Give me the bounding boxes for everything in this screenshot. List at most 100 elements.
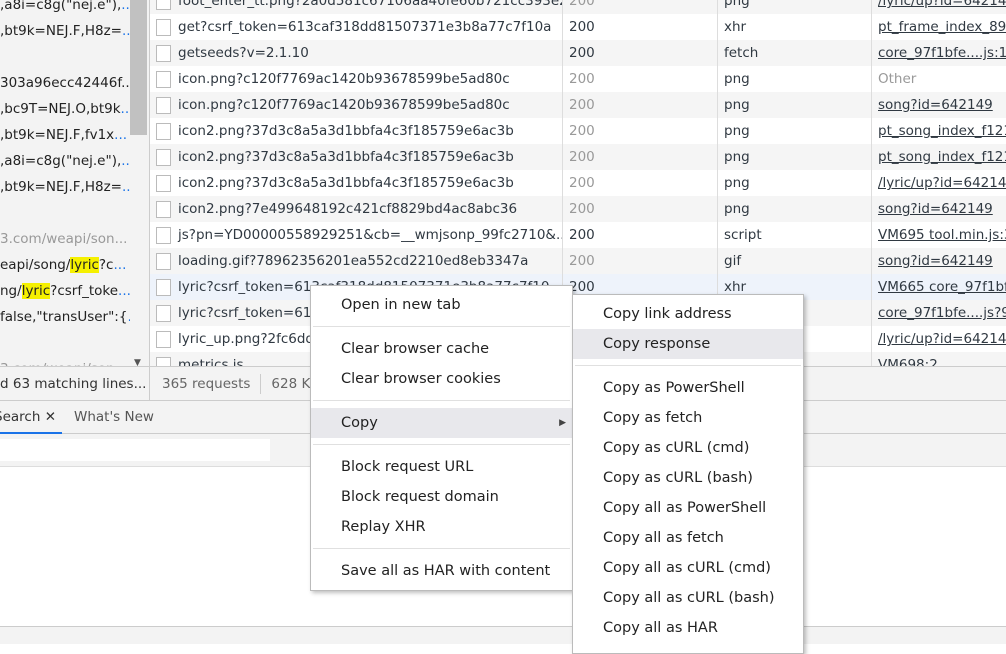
ellipsis-more[interactable]: ... <box>122 179 130 195</box>
file-icon <box>156 278 171 296</box>
menu-item-label: Copy link address <box>603 306 732 322</box>
menu-item-clear-browser-cookies[interactable]: Clear browser cookies <box>311 364 572 394</box>
initiator-link[interactable]: VM665 core_97f1bf <box>872 274 1006 300</box>
type-cell: xhr <box>718 14 872 40</box>
search-result-line[interactable]: ng/lyric?csrf_toke... <box>0 278 130 304</box>
initiator-link[interactable]: /lyric/up?id=642149 <box>872 170 1006 196</box>
status-cell: 200 <box>563 170 718 196</box>
menu-item-copy-all-as-curl-cmd[interactable]: Copy all as cURL (cmd) <box>573 553 803 583</box>
table-row[interactable]: icon.png?c120f7769ac1420b93678599be5ad80… <box>150 92 1006 118</box>
initiator-link[interactable]: pt_frame_index_89a <box>872 14 1006 40</box>
initiator-link[interactable]: VM695 tool.min.js:3 <box>872 222 1006 248</box>
menu-item-label: Replay XHR <box>341 519 426 535</box>
name-cell: icon.png?c120f7769ac1420b93678599be5ad80… <box>150 66 563 92</box>
search-result-line[interactable]: 303a96ecc42446f... <box>0 70 130 96</box>
file-icon <box>156 148 171 166</box>
name-cell: foot_enter_tt.png?2a0d581c67106aa40fe60b… <box>150 0 563 14</box>
menu-item-copy-all-as-har[interactable]: Copy all as HAR <box>573 613 803 643</box>
search-result-line[interactable]: ,bc9T=NEJ.O,bt9k... <box>0 96 130 122</box>
initiator-link[interactable]: pt_song_index_f121 <box>872 144 1006 170</box>
search-result-line[interactable]: ,bt9k=NEJ.F,H8z=... <box>0 18 130 44</box>
menu-item-copy[interactable]: Copy ▶ <box>311 408 572 438</box>
file-icon <box>156 174 171 192</box>
menu-item-copy-link-address[interactable]: Copy link address <box>573 299 803 329</box>
match-suffix: ?c <box>98 257 114 273</box>
menu-item-label: Copy as cURL (bash) <box>603 470 753 486</box>
menu-item-block-request-url[interactable]: Block request URL <box>311 452 572 482</box>
table-row[interactable]: getseeds?v=2.1.10 200 fetch core_97f1bfe...… <box>150 40 1006 66</box>
menu-item-copy-as-curl-cmd[interactable]: Copy as cURL (cmd) <box>573 433 803 463</box>
search-result-line[interactable]: eapi/song/lyric?c... <box>0 252 130 278</box>
type-cell: png <box>718 92 872 118</box>
tab-search[interactable]: Search ✕ <box>0 401 62 434</box>
search-result-line[interactable]: false,"transUser":{... <box>0 304 130 330</box>
ellipsis-more[interactable]: ... <box>127 309 130 325</box>
search-result-line[interactable]: ,a8i=c8g("nej.e"),... <box>0 148 130 174</box>
menu-item-copy-response[interactable]: Copy response <box>573 329 803 359</box>
type-cell: png <box>718 0 872 14</box>
search-result-line[interactable] <box>0 44 130 70</box>
table-row[interactable]: icon2.png?37d3c8a5a3d1bbfa4c3f185759e6ac… <box>150 144 1006 170</box>
menu-item-clear-browser-cache[interactable]: Clear browser cache <box>311 334 572 364</box>
menu-item-copy-all-as-fetch[interactable]: Copy all as fetch <box>573 523 803 553</box>
match-prefix: eapi/song/ <box>0 257 71 273</box>
ellipsis-more[interactable]: ... <box>121 0 130 13</box>
menu-item-block-request-domain[interactable]: Block request domain <box>311 482 572 512</box>
search-result-line[interactable]: ,bt9k=NEJ.F,fv1x... <box>0 122 130 148</box>
table-row[interactable]: icon2.png?7e499648192c421cf8829bd4ac8abc… <box>150 196 1006 222</box>
menu-item-open-in-new-tab[interactable]: Open in new tab <box>311 290 572 320</box>
ellipsis-more[interactable]: ... <box>114 127 127 143</box>
initiator-link[interactable]: core_97f1bfe....js?97 <box>872 300 1006 326</box>
menu-item-label: Copy all as cURL (cmd) <box>603 560 771 576</box>
name-cell: icon2.png?37d3c8a5a3d1bbfa4c3f185759e6ac… <box>150 144 563 170</box>
search-result-line[interactable]: ,a8i=c8g("nej.e"),... <box>0 0 130 18</box>
search-result-line[interactable]: ,bt9k=NEJ.F,H8z=... <box>0 174 130 200</box>
menu-item-label: Copy as fetch <box>603 410 703 426</box>
initiator-link[interactable]: song?id=642149 <box>872 196 1006 222</box>
table-row[interactable]: js?pn=YD00000558929251&cb=__wmjsonp_99fc… <box>150 222 1006 248</box>
search-input[interactable] <box>0 439 270 461</box>
menu-separator <box>313 326 570 327</box>
table-row[interactable]: icon.png?c120f7769ac1420b93678599be5ad80… <box>150 66 1006 92</box>
search-result-line[interactable] <box>0 200 130 226</box>
line-text: ,bt9k=NEJ.F,H8z= <box>0 179 122 195</box>
ellipsis-more[interactable]: ... <box>122 23 130 39</box>
menu-item-label: Copy all as PowerShell <box>603 500 767 516</box>
name-cell: icon2.png?7e499648192c421cf8829bd4ac8abc… <box>150 196 563 222</box>
type-cell: fetch <box>718 40 872 66</box>
menu-separator <box>313 548 570 549</box>
search-result-line[interactable] <box>0 330 130 356</box>
close-icon[interactable]: ✕ <box>45 409 56 425</box>
ellipsis-more[interactable]: ... <box>113 257 126 273</box>
name-cell: icon2.png?37d3c8a5a3d1bbfa4c3f185759e6ac… <box>150 118 563 144</box>
table-row[interactable]: icon2.png?37d3c8a5a3d1bbfa4c3f185759e6ac… <box>150 170 1006 196</box>
initiator-link[interactable]: /lyric/up?id=642149 <box>872 326 1006 352</box>
tab-whats-new[interactable]: What's New <box>74 401 154 434</box>
table-row[interactable]: loading.gif?78962356201ea552cd2210ed8eb3… <box>150 248 1006 274</box>
table-row[interactable]: icon2.png?37d3c8a5a3d1bbfa4c3f185759e6ac… <box>150 118 1006 144</box>
menu-item-copy-as-curl-bash[interactable]: Copy as cURL (bash) <box>573 463 803 493</box>
table-row[interactable]: foot_enter_tt.png?2a0d581c67106aa40fe60b… <box>150 0 1006 14</box>
name-cell: js?pn=YD00000558929251&cb=__wmjsonp_99fc… <box>150 222 563 248</box>
ellipsis-more[interactable]: ... <box>121 101 130 117</box>
menu-item-copy-as-fetch[interactable]: Copy as fetch <box>573 403 803 433</box>
menu-item-copy-all-as-powershell[interactable]: Copy all as PowerShell <box>573 493 803 523</box>
menu-item-save-all-as-har-with-content[interactable]: Save all as HAR with content <box>311 556 572 586</box>
table-row[interactable]: get?csrf_token=613caf318dd81507371e3b8a7… <box>150 14 1006 40</box>
menu-item-copy-as-powershell[interactable]: Copy as PowerShell <box>573 373 803 403</box>
initiator-link[interactable]: song?id=642149 <box>872 92 1006 118</box>
scrollbar-thumb[interactable] <box>130 0 147 135</box>
menu-item-replay-xhr[interactable]: Replay XHR <box>311 512 572 542</box>
initiator-link[interactable]: core_97f1bfe....js:13 <box>872 40 1006 66</box>
initiator-link[interactable]: pt_song_index_f121 <box>872 118 1006 144</box>
search-result-line[interactable]: 3.com/weapi/son... <box>0 226 130 252</box>
request-name: getseeds?v=2.1.10 <box>178 45 309 61</box>
initiator-link[interactable]: song?id=642149 <box>872 248 1006 274</box>
ellipsis-more[interactable]: ... <box>121 153 130 169</box>
menu-separator <box>313 444 570 445</box>
menu-item-copy-all-as-curl-bash[interactable]: Copy all as cURL (bash) <box>573 583 803 613</box>
initiator-link[interactable]: /lyric/up?id=642149 <box>872 0 1006 14</box>
menu-item-label: Save all as HAR with content <box>341 563 551 579</box>
ellipsis-more[interactable]: ... <box>118 283 130 299</box>
request-name: foot_enter_tt.png?2a0d581c67106aa40fe60b… <box>178 0 563 9</box>
